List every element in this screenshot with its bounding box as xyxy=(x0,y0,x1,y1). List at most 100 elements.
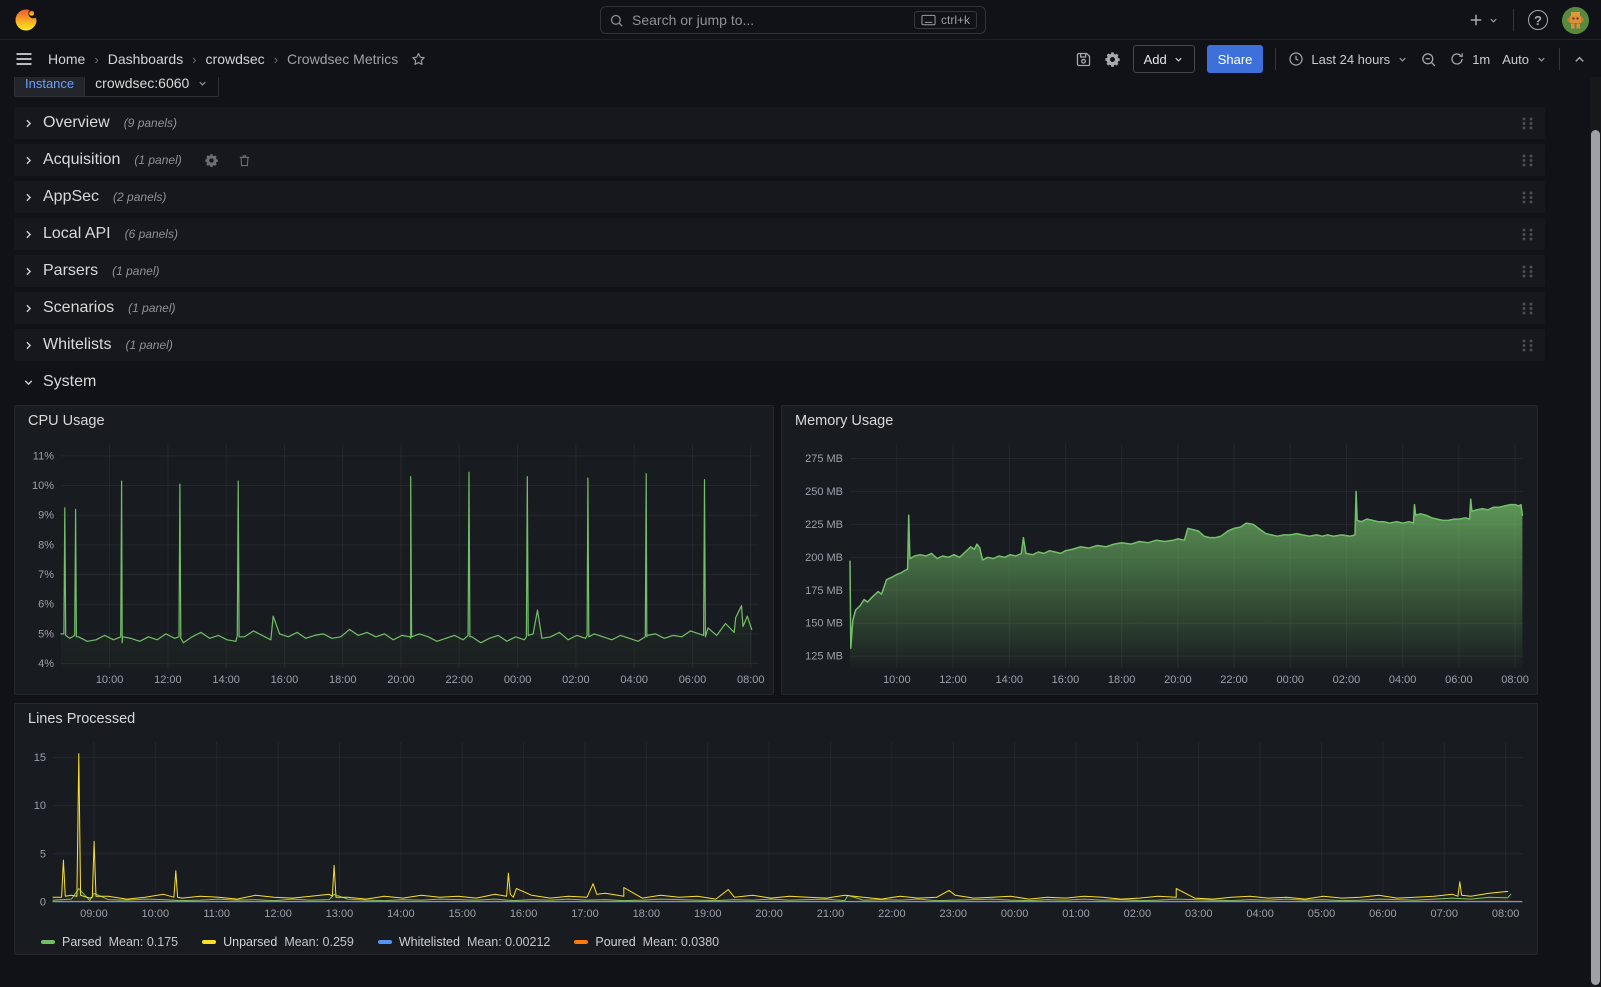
legend-mean: Mean: 0.259 xyxy=(284,935,354,949)
drag-handle[interactable] xyxy=(1519,188,1537,207)
x-tick-label: 00:00 xyxy=(1276,674,1304,686)
user-avatar[interactable] xyxy=(1562,7,1589,34)
series-area-cpu xyxy=(61,472,752,668)
x-tick-label: 17:00 xyxy=(571,908,599,920)
y-tick-label: 225 MB xyxy=(805,519,843,531)
keyboard-icon xyxy=(921,14,936,26)
collapse-toolbar-button[interactable] xyxy=(1572,52,1587,67)
x-tick-label: 18:00 xyxy=(633,908,661,920)
row-acquisition[interactable]: Acquisition(1 panel) xyxy=(14,144,1545,176)
grafana-logo[interactable] xyxy=(12,6,40,34)
panel-title-cpu[interactable]: CPU Usage xyxy=(28,413,105,429)
auto-refresh-picker[interactable]: Auto xyxy=(1502,52,1547,67)
y-tick-label: 250 MB xyxy=(805,486,843,498)
zoom-out-button[interactable] xyxy=(1420,51,1437,68)
breadcrumb-dashboards[interactable]: Dashboards xyxy=(108,51,184,67)
plus-icon xyxy=(1467,11,1485,29)
chevron-up-icon xyxy=(1572,52,1587,67)
chevron-down-icon xyxy=(1536,54,1547,65)
row-overview[interactable]: Overview(9 panels) xyxy=(14,107,1545,139)
drag-handle[interactable] xyxy=(1519,225,1537,244)
x-tick-label: 16:00 xyxy=(510,908,538,920)
add-button[interactable]: Add xyxy=(1133,45,1195,73)
dashboard-settings-button[interactable] xyxy=(1104,51,1121,68)
x-tick-label: 22:00 xyxy=(446,674,474,686)
legend-label: Poured xyxy=(595,935,635,949)
breadcrumb-home[interactable]: Home xyxy=(48,51,85,67)
drag-handle[interactable] xyxy=(1519,336,1537,355)
avatar-image xyxy=(1562,7,1589,34)
gear-icon xyxy=(1104,51,1121,68)
breadcrumb-separator: › xyxy=(274,52,278,67)
x-tick-label: 06:00 xyxy=(679,674,707,686)
legend-item-whitelisted[interactable]: Whitelisted Mean: 0.00212 xyxy=(378,935,551,949)
series-line-Unparsed xyxy=(53,754,1508,900)
drag-handle[interactable] xyxy=(1519,299,1537,318)
legend-label: Unparsed xyxy=(223,935,277,949)
y-tick-label: 8% xyxy=(38,539,54,551)
search-bar[interactable]: ctrl+k xyxy=(600,6,986,34)
legend-mean: Mean: 0.175 xyxy=(109,935,179,949)
auto-label: Auto xyxy=(1502,52,1529,67)
legend-item-unparsed[interactable]: Unparsed Mean: 0.259 xyxy=(202,935,354,949)
drag-handle[interactable] xyxy=(1519,151,1537,170)
lines-processed-chart[interactable]: 09:0010:0011:0012:0013:0014:0015:0016:00… xyxy=(19,734,1533,924)
legend-mean: Mean: 0.00212 xyxy=(467,935,550,949)
legend-label: Whitelisted xyxy=(399,935,460,949)
memory-usage-chart[interactable]: 10:0012:0014:0016:0018:0020:0022:0000:00… xyxy=(786,436,1533,690)
legend-swatch xyxy=(202,940,216,944)
chevron-down-icon xyxy=(1488,15,1499,26)
x-tick-label: 06:00 xyxy=(1369,908,1397,920)
time-range-picker[interactable]: Last 24 hours xyxy=(1288,51,1408,67)
favorite-button[interactable] xyxy=(410,51,427,68)
drag-handle[interactable] xyxy=(1519,114,1537,133)
panel-title-lines[interactable]: Lines Processed xyxy=(28,711,135,727)
row-whitelists[interactable]: Whitelists(1 panel) xyxy=(14,329,1545,361)
legend-item-parsed[interactable]: Parsed Mean: 0.175 xyxy=(41,935,178,949)
row-appsec[interactable]: AppSec(2 panels) xyxy=(14,181,1545,213)
x-tick-label: 10:00 xyxy=(883,674,911,686)
y-tick-label: 10 xyxy=(34,800,46,812)
search-icon xyxy=(609,13,624,28)
help-button[interactable]: ? xyxy=(1528,10,1548,30)
refresh-interval-label: 1m xyxy=(1472,52,1490,67)
save-dashboard-button[interactable] xyxy=(1075,51,1092,68)
drag-handle[interactable] xyxy=(1519,262,1537,281)
y-tick-label: 150 MB xyxy=(805,618,843,630)
lines-processed-panel: Lines Processed 09:0010:0011:0012:0013:0… xyxy=(14,703,1538,955)
row-system-expanded[interactable]: System xyxy=(14,368,104,396)
x-tick-label: 22:00 xyxy=(878,908,906,920)
x-tick-label: 10:00 xyxy=(142,908,170,920)
row-parsers[interactable]: Parsers(1 panel) xyxy=(14,255,1545,287)
shortcut-hint: ctrl+k xyxy=(914,11,977,29)
x-tick-label: 08:00 xyxy=(1492,908,1520,920)
nav-divider xyxy=(1513,9,1514,31)
x-tick-label: 16:00 xyxy=(1052,674,1080,686)
row-local-api[interactable]: Local API(6 panels) xyxy=(14,218,1545,250)
menu-icon xyxy=(14,49,34,69)
x-tick-label: 23:00 xyxy=(939,908,967,920)
y-tick-label: 4% xyxy=(38,658,54,670)
new-button[interactable] xyxy=(1467,11,1499,29)
mega-menu-button[interactable] xyxy=(14,49,34,69)
legend-item-poured[interactable]: Poured Mean: 0.0380 xyxy=(574,935,719,949)
refresh-button[interactable]: 1m xyxy=(1449,51,1490,67)
panel-title-memory[interactable]: Memory Usage xyxy=(795,413,893,429)
breadcrumb-folder[interactable]: crowdsec xyxy=(206,51,265,67)
row-scenarios[interactable]: Scenarios(1 panel) xyxy=(14,292,1545,324)
grafana-app: ctrl+k ? xyxy=(0,0,1601,987)
row-delete-button[interactable] xyxy=(237,153,252,168)
x-tick-label: 08:00 xyxy=(737,674,765,686)
y-tick-label: 6% xyxy=(38,599,54,611)
scrollbar-thumb[interactable] xyxy=(1591,130,1600,985)
row-title: AppSec xyxy=(43,188,99,206)
chevron-right-icon xyxy=(22,154,35,167)
row-settings-button[interactable] xyxy=(204,153,219,168)
cpu-usage-chart[interactable]: 10:0012:0014:0016:0018:0020:0022:0000:00… xyxy=(19,436,769,690)
dashboard-content: Instance crowdsec:6060 Overview(9 panels… xyxy=(0,0,1601,987)
share-button[interactable]: Share xyxy=(1207,45,1264,73)
chevron-down-icon xyxy=(22,376,35,389)
search-input[interactable] xyxy=(632,12,914,28)
row-panel-count: (1 panel) xyxy=(134,153,181,167)
legend-label: Parsed xyxy=(62,935,102,949)
